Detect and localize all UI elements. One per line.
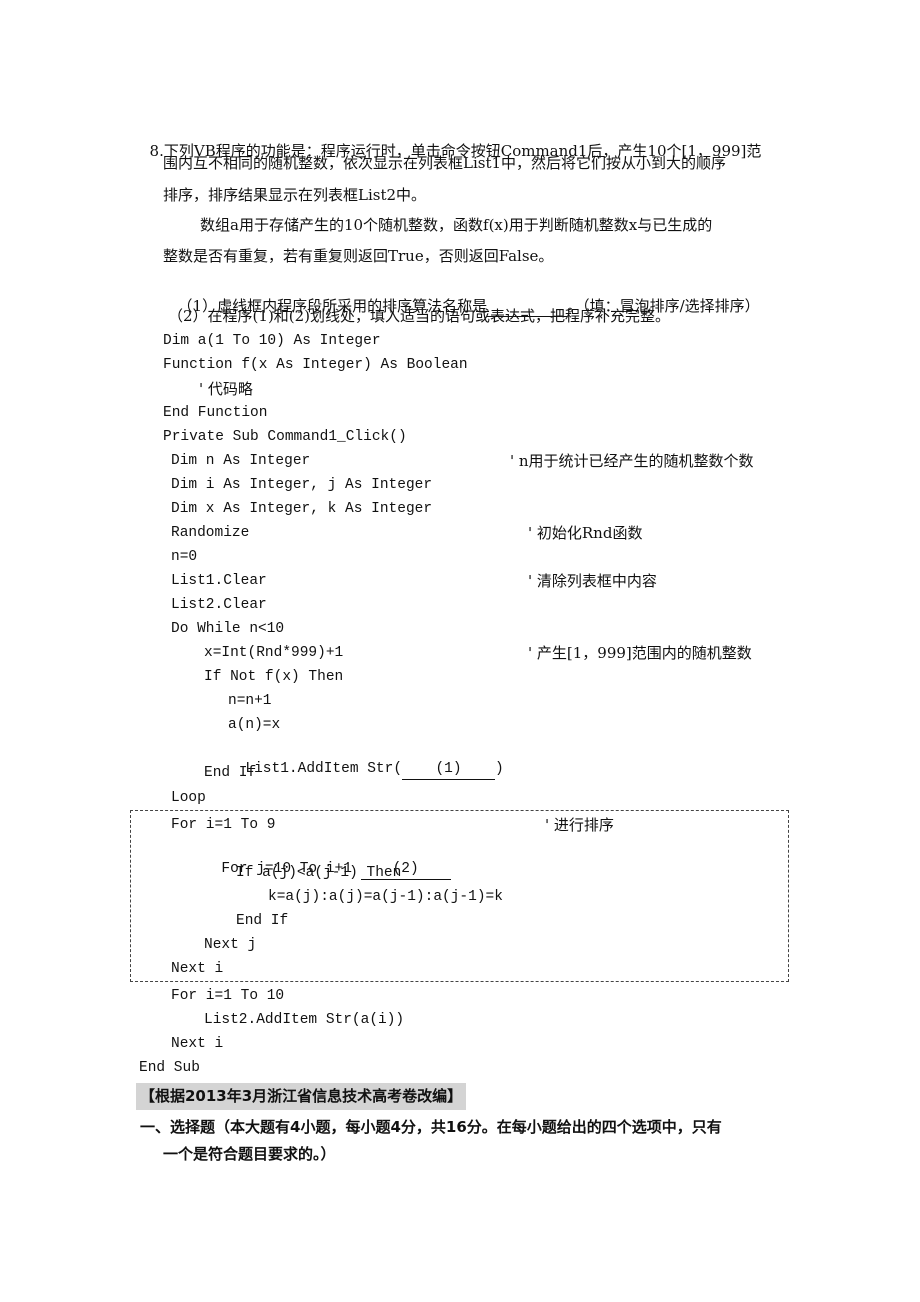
question-para2-line-2: 整数是否有重复，若有重复则返回True，否则返回False。	[163, 247, 554, 265]
code-line: End If	[236, 913, 289, 929]
code-line: Next i	[171, 1036, 224, 1052]
code-line: Loop	[171, 790, 206, 806]
code-line: Randomize	[171, 525, 250, 541]
question-intro-line-2: 围内互不相同的随机整数，依次显示在列表框List1中，然后将它们按从小到大的顺序	[163, 154, 727, 172]
code-line: Next i	[171, 961, 224, 977]
code-line: Dim x As Integer, k As Integer	[171, 501, 433, 517]
code-comment: ' 清除列表框中内容	[528, 572, 657, 590]
code-line: Dim n As Integer	[171, 453, 311, 469]
question-number: 8.	[149, 142, 164, 160]
code-line: List1.Clear	[171, 573, 267, 589]
code-line: n=0	[171, 549, 198, 565]
code-line: End Sub	[139, 1060, 200, 1076]
code-line: Next j	[204, 937, 257, 953]
code-line: a(n)=x	[228, 717, 281, 733]
code-comment: ' 进行排序	[545, 816, 614, 834]
section-heading-line-2: 一个是符合题目要求的。）	[163, 1145, 336, 1163]
code-line: x=Int(Rnd*999)+1	[204, 645, 344, 661]
code-line: If Not f(x) Then	[204, 669, 344, 685]
code-comment: ' n用于统计已经产生的随机整数个数	[510, 452, 754, 470]
code-line: End If	[204, 765, 257, 781]
sub-question-2: （2）在程序(1)和(2)划线处，填入适当的语句或表达式，把程序补充完整。	[168, 307, 671, 325]
section-heading-line-1: 一、选择题（本大题有4小题，每小题4分，共16分。在每小题给出的四个选项中，只有	[140, 1118, 722, 1136]
code-line: For i=1 To 9	[171, 817, 276, 833]
code-line: List2.AddItem Str(a(i))	[204, 1012, 405, 1028]
code-line: n=n+1	[228, 693, 272, 709]
code-line: Dim a(1 To 10) As Integer	[163, 333, 381, 349]
code-line: List2.Clear	[171, 597, 267, 613]
code-line: For i=1 To 10	[171, 988, 285, 1004]
question-para2-line-1: 数组a用于存储产生的10个随机整数，函数f(x)用于判断随机整数x与已生成的	[200, 216, 713, 234]
source-note: 【根据2013年3月浙江省信息技术高考卷改编】	[136, 1083, 467, 1110]
code-line: k=a(j):a(j)=a(j-1):a(j-1)=k	[268, 889, 503, 905]
code-line: End Function	[163, 405, 268, 421]
code-line-blank-1: List1.AddItem Str((1))	[228, 739, 504, 780]
code-line: Do While n<10	[171, 621, 285, 637]
code-line: If a(j)<a(j-1) Then	[236, 865, 402, 881]
answer-blank-1[interactable]: (1)	[402, 759, 496, 780]
code-comment: ' 初始化Rnd函数	[528, 524, 643, 542]
code-line: Dim i As Integer, j As Integer	[171, 477, 433, 493]
question-intro-line-3: 排序，排序结果显示在列表框List2中。	[163, 186, 427, 204]
code-line: Function f(x As Integer) As Boolean	[163, 357, 468, 373]
code-line: Private Sub Command1_Click()	[163, 429, 407, 445]
code-comment: ' 代码略	[199, 380, 253, 398]
code-comment: ' 产生[1，999]范围内的随机整数	[528, 644, 752, 662]
